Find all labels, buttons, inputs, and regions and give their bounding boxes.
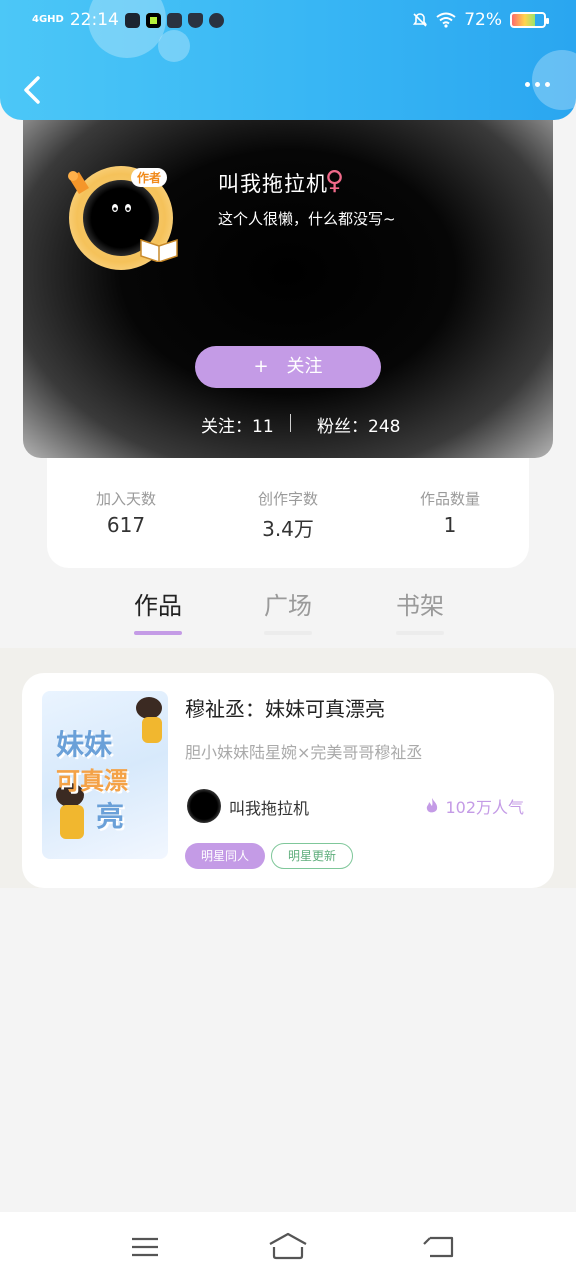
follow-label: 关注 xyxy=(286,356,323,377)
stat-works-count: 作品数量 1 xyxy=(390,488,510,537)
tab-label: 书架 xyxy=(396,592,444,620)
author-badge: 作者 xyxy=(131,168,168,187)
battery-percent: 72% xyxy=(464,10,502,30)
cover-character-head xyxy=(136,697,162,719)
plus-icon: + xyxy=(253,356,269,377)
pencil-icon xyxy=(68,171,89,194)
status-bar: 4GHD 22:14 72% xyxy=(0,8,576,36)
green-app-icon xyxy=(145,12,161,28)
tab-bookshelf[interactable]: 书架 xyxy=(380,586,460,635)
more-options-button[interactable] xyxy=(525,82,550,87)
play-app-icon xyxy=(124,12,140,28)
back-icon[interactable] xyxy=(420,1230,460,1264)
stat-value: 617 xyxy=(106,513,146,537)
tab-label: 作品 xyxy=(134,592,182,620)
battery-icon xyxy=(510,12,549,28)
cover-title-line: 亮 xyxy=(96,800,125,833)
work-title[interactable]: 穆祉丞：妹妹可真漂亮 xyxy=(185,693,385,722)
tab-indicator xyxy=(264,631,312,635)
stat-word-count: 创作字数 3.4万 xyxy=(228,488,348,542)
decor-bubble-right xyxy=(532,50,576,110)
top-header: 4GHD 22:14 72% xyxy=(0,0,576,120)
more-dot-icon xyxy=(535,82,540,87)
content-tabs: 作品 广场 书架 xyxy=(0,580,576,646)
work-description: 胆小妹妹陆星婉×完美哥哥穆祉丞 xyxy=(185,743,423,762)
tag-star-update[interactable]: 明星更新 xyxy=(271,843,354,869)
work-author: 叫我拖拉机 xyxy=(229,799,310,818)
stat-label: 创作字数 xyxy=(257,490,318,508)
tab-square[interactable]: 广场 xyxy=(248,586,328,635)
avatar-face-icon xyxy=(112,204,131,212)
user-name: 叫我拖拉机 xyxy=(218,172,328,196)
popularity-text: 102万人气 xyxy=(445,798,524,817)
follow-button[interactable]: + 关注 xyxy=(195,346,381,388)
mute-icon xyxy=(413,13,428,27)
stat-label: 加入天数 xyxy=(95,490,156,508)
tab-indicator xyxy=(134,631,182,635)
cover-title: 妹妹 可真漂 亮 xyxy=(56,727,128,835)
following-count[interactable]: 关注：11 xyxy=(201,412,274,437)
cover-title-line: 妹妹 xyxy=(56,728,113,761)
work-popularity: 102万人气 xyxy=(425,794,524,818)
shield-app-icon xyxy=(187,12,203,28)
stat-value: 3.4万 xyxy=(262,517,314,541)
network-indicator: 4GHD xyxy=(32,14,64,25)
followers-count[interactable]: 粉丝：248 xyxy=(317,412,400,437)
back-arrow-icon[interactable] xyxy=(18,70,48,110)
divider xyxy=(290,414,291,432)
home-icon[interactable] xyxy=(268,1230,308,1264)
work-card[interactable]: 妹妹 可真漂 亮 穆祉丞：妹妹可真漂亮 胆小妹妹陆星婉×完美哥哥穆祉丞 叫我拖拉… xyxy=(22,673,554,888)
profile-card: 作者 叫我拖拉机 ♀ 这个人很懒，什么都没写~ + 关注 关注：11 粉丝：248 xyxy=(23,120,553,458)
book-icon xyxy=(140,238,178,262)
stats-card: 加入天数 617 创作字数 3.4万 作品数量 1 xyxy=(47,458,529,568)
clock: 22:14 xyxy=(69,10,119,30)
compass-app-icon xyxy=(208,12,224,28)
menu-icon[interactable] xyxy=(124,1230,164,1264)
tab-works[interactable]: 作品 xyxy=(118,586,198,635)
wifi-icon xyxy=(436,12,456,28)
cover-character-body xyxy=(142,717,162,743)
author-avatar xyxy=(187,789,221,823)
flame-icon xyxy=(427,798,438,813)
more-dot-icon xyxy=(525,82,530,87)
user-bio: 这个人很懒，什么都没写~ xyxy=(218,210,396,228)
tab-label: 广场 xyxy=(264,592,312,620)
tab-indicator xyxy=(396,631,444,635)
book-app-icon xyxy=(166,12,182,28)
avatar[interactable]: 作者 xyxy=(61,158,181,278)
cover-title-line: 可真漂 xyxy=(56,767,128,795)
stat-label: 作品数量 xyxy=(419,490,480,508)
stat-value: 1 xyxy=(443,513,457,537)
tag-star-fanfic[interactable]: 明星同人 xyxy=(185,843,266,869)
more-dot-icon xyxy=(545,82,550,87)
female-gender-icon: ♀ xyxy=(325,166,345,196)
system-nav-bar xyxy=(0,1212,576,1280)
book-cover[interactable]: 妹妹 可真漂 亮 xyxy=(42,691,168,859)
stat-join-days: 加入天数 617 xyxy=(66,488,186,537)
